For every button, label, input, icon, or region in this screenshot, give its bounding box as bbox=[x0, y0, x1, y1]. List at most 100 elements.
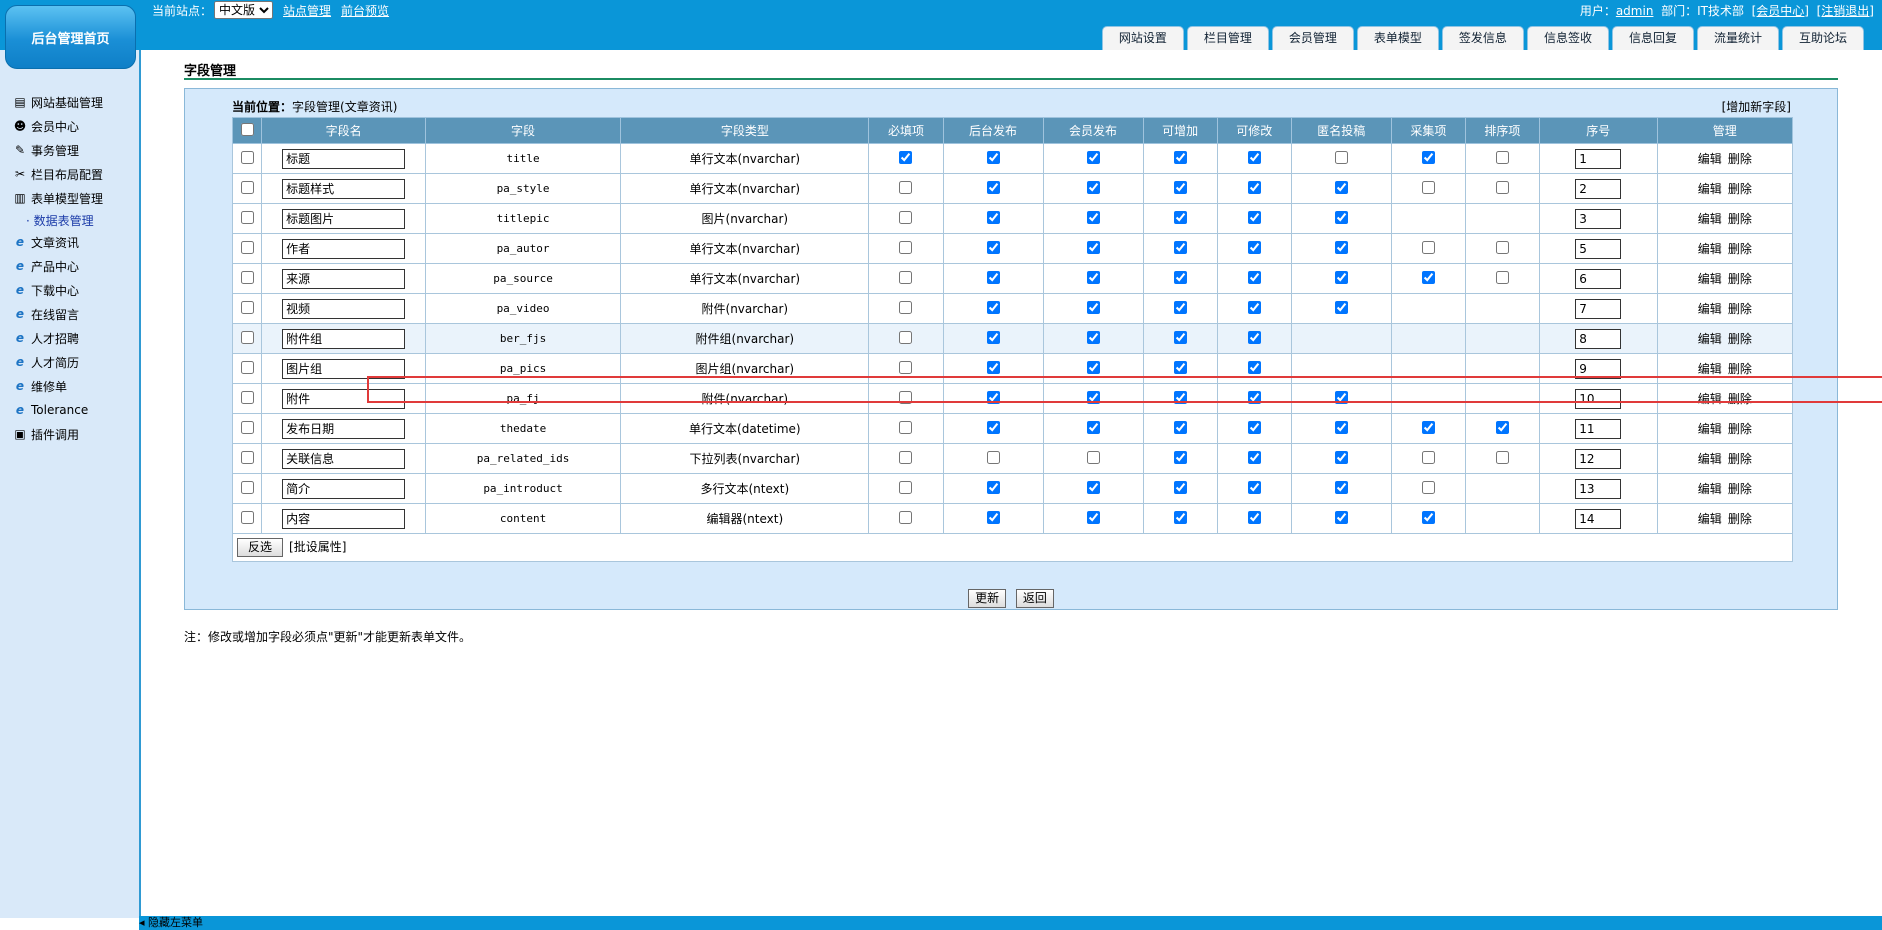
flag-checkbox-mod[interactable] bbox=[1247, 480, 1261, 494]
flag-checkbox-mem[interactable] bbox=[1086, 210, 1100, 224]
sidebar-item[interactable]: ▣ 插件调用 bbox=[12, 422, 103, 446]
user-name-link[interactable]: admin bbox=[1616, 4, 1654, 18]
site-select[interactable]: 中文版 bbox=[214, 1, 274, 19]
delete-link[interactable]: 删除 bbox=[1728, 182, 1752, 196]
delete-link[interactable]: 删除 bbox=[1728, 482, 1752, 496]
flag-checkbox-col[interactable] bbox=[1421, 240, 1435, 254]
field-name-input[interactable] bbox=[282, 238, 406, 259]
flag-checkbox-mod[interactable] bbox=[1247, 270, 1261, 284]
sidebar-item[interactable]: e 人才简历 bbox=[12, 350, 103, 374]
nav-tab[interactable]: 网站设置 bbox=[1101, 26, 1184, 50]
flag-checkbox-col[interactable] bbox=[1421, 180, 1435, 194]
order-input[interactable] bbox=[1575, 448, 1622, 469]
flag-checkbox-add[interactable] bbox=[1173, 510, 1187, 524]
flag-checkbox-add[interactable] bbox=[1173, 240, 1187, 254]
row-select-checkbox[interactable] bbox=[240, 480, 254, 494]
flag-checkbox-add[interactable] bbox=[1173, 150, 1187, 164]
delete-link[interactable]: 删除 bbox=[1728, 362, 1752, 376]
flag-checkbox-bg[interactable] bbox=[986, 270, 1000, 284]
flag-checkbox-req[interactable] bbox=[899, 300, 913, 314]
member-center-link[interactable]: [会员中心] bbox=[1752, 4, 1809, 18]
flag-checkbox-col[interactable] bbox=[1421, 420, 1435, 434]
flag-checkbox-mod[interactable] bbox=[1247, 210, 1261, 224]
order-input[interactable] bbox=[1575, 418, 1622, 439]
logout-link[interactable]: [注销退出] bbox=[1817, 4, 1874, 18]
row-select-checkbox[interactable] bbox=[240, 450, 254, 464]
flag-checkbox-bg[interactable] bbox=[986, 360, 1000, 374]
invert-select-button[interactable]: 反选 bbox=[237, 538, 284, 557]
nav-tab[interactable]: 签发信息 bbox=[1441, 26, 1524, 50]
edit-link[interactable]: 编辑 bbox=[1698, 212, 1722, 226]
field-name-input[interactable] bbox=[282, 508, 406, 529]
edit-link[interactable]: 编辑 bbox=[1698, 302, 1722, 316]
flag-checkbox-sort[interactable] bbox=[1495, 420, 1509, 434]
nav-tab[interactable]: 表单模型 bbox=[1356, 26, 1439, 50]
flag-checkbox-col[interactable] bbox=[1421, 450, 1435, 464]
flag-checkbox-mem[interactable] bbox=[1086, 270, 1100, 284]
flag-checkbox-bg[interactable] bbox=[986, 450, 1000, 464]
flag-checkbox-anon[interactable] bbox=[1334, 480, 1348, 494]
flag-checkbox-req[interactable] bbox=[899, 210, 913, 224]
field-name-input[interactable] bbox=[282, 448, 406, 469]
field-name-input[interactable] bbox=[282, 418, 406, 439]
field-name-input[interactable] bbox=[282, 388, 406, 409]
edit-link[interactable]: 编辑 bbox=[1698, 392, 1722, 406]
row-select-checkbox[interactable] bbox=[240, 210, 254, 224]
nav-tab[interactable]: 栏目管理 bbox=[1186, 26, 1269, 50]
flag-checkbox-anon[interactable] bbox=[1334, 300, 1348, 314]
edit-link[interactable]: 编辑 bbox=[1698, 182, 1722, 196]
edit-link[interactable]: 编辑 bbox=[1698, 512, 1722, 526]
delete-link[interactable]: 删除 bbox=[1728, 392, 1752, 406]
delete-link[interactable]: 删除 bbox=[1728, 302, 1752, 316]
flag-checkbox-bg[interactable] bbox=[986, 240, 1000, 254]
flag-checkbox-mod[interactable] bbox=[1247, 360, 1261, 374]
sidebar-item[interactable]: e 文章资讯 bbox=[12, 230, 103, 254]
edit-link[interactable]: 编辑 bbox=[1698, 362, 1722, 376]
flag-checkbox-bg[interactable] bbox=[986, 150, 1000, 164]
sidebar-item[interactable]: ✎ 事务管理 bbox=[12, 138, 103, 162]
flag-checkbox-req[interactable] bbox=[899, 270, 913, 284]
flag-checkbox-anon[interactable] bbox=[1334, 240, 1348, 254]
sidebar-item[interactable]: e 下载中心 bbox=[12, 278, 103, 302]
flag-checkbox-col[interactable] bbox=[1421, 270, 1435, 284]
flag-checkbox-anon[interactable] bbox=[1334, 390, 1348, 404]
edit-link[interactable]: 编辑 bbox=[1698, 272, 1722, 286]
sidebar-item[interactable]: e Tolerance bbox=[12, 398, 103, 422]
field-name-input[interactable] bbox=[282, 358, 406, 379]
flag-checkbox-mod[interactable] bbox=[1247, 510, 1261, 524]
add-field-link[interactable]: [增加新字段] bbox=[1722, 98, 1791, 115]
flag-checkbox-bg[interactable] bbox=[986, 390, 1000, 404]
delete-link[interactable]: 删除 bbox=[1728, 452, 1752, 466]
edit-link[interactable]: 编辑 bbox=[1698, 452, 1722, 466]
flag-checkbox-sort[interactable] bbox=[1495, 450, 1509, 464]
field-name-input[interactable] bbox=[282, 178, 406, 199]
field-name-input[interactable] bbox=[282, 268, 406, 289]
flag-checkbox-add[interactable] bbox=[1173, 210, 1187, 224]
flag-checkbox-req[interactable] bbox=[899, 390, 913, 404]
flag-checkbox-add[interactable] bbox=[1173, 420, 1187, 434]
flag-checkbox-mem[interactable] bbox=[1086, 150, 1100, 164]
flag-checkbox-col[interactable] bbox=[1421, 510, 1435, 524]
flag-checkbox-req[interactable] bbox=[899, 180, 913, 194]
edit-link[interactable]: 编辑 bbox=[1698, 422, 1722, 436]
flag-checkbox-req[interactable] bbox=[899, 420, 913, 434]
edit-link[interactable]: 编辑 bbox=[1698, 152, 1722, 166]
flag-checkbox-mem[interactable] bbox=[1086, 390, 1100, 404]
order-input[interactable] bbox=[1575, 208, 1622, 229]
flag-checkbox-add[interactable] bbox=[1173, 360, 1187, 374]
flag-checkbox-sort[interactable] bbox=[1495, 240, 1509, 254]
sidebar-item[interactable]: ▤ 网站基础管理 bbox=[12, 90, 103, 114]
flag-checkbox-bg[interactable] bbox=[986, 210, 1000, 224]
order-input[interactable] bbox=[1575, 508, 1622, 529]
sidebar-item[interactable]: ✂ 栏目布局配置 bbox=[12, 162, 103, 186]
row-select-checkbox[interactable] bbox=[240, 420, 254, 434]
delete-link[interactable]: 删除 bbox=[1728, 242, 1752, 256]
flag-checkbox-mod[interactable] bbox=[1247, 420, 1261, 434]
flag-checkbox-add[interactable] bbox=[1173, 300, 1187, 314]
flag-checkbox-req[interactable] bbox=[899, 240, 913, 254]
front-preview-link[interactable]: 前台预览 bbox=[341, 2, 389, 19]
sidebar-subitem[interactable]: · 数据表管理 bbox=[12, 210, 103, 230]
admin-home-button[interactable]: 后台管理首页 bbox=[5, 5, 136, 69]
flag-checkbox-mem[interactable] bbox=[1086, 510, 1100, 524]
update-button[interactable]: 更新 bbox=[968, 589, 1007, 608]
